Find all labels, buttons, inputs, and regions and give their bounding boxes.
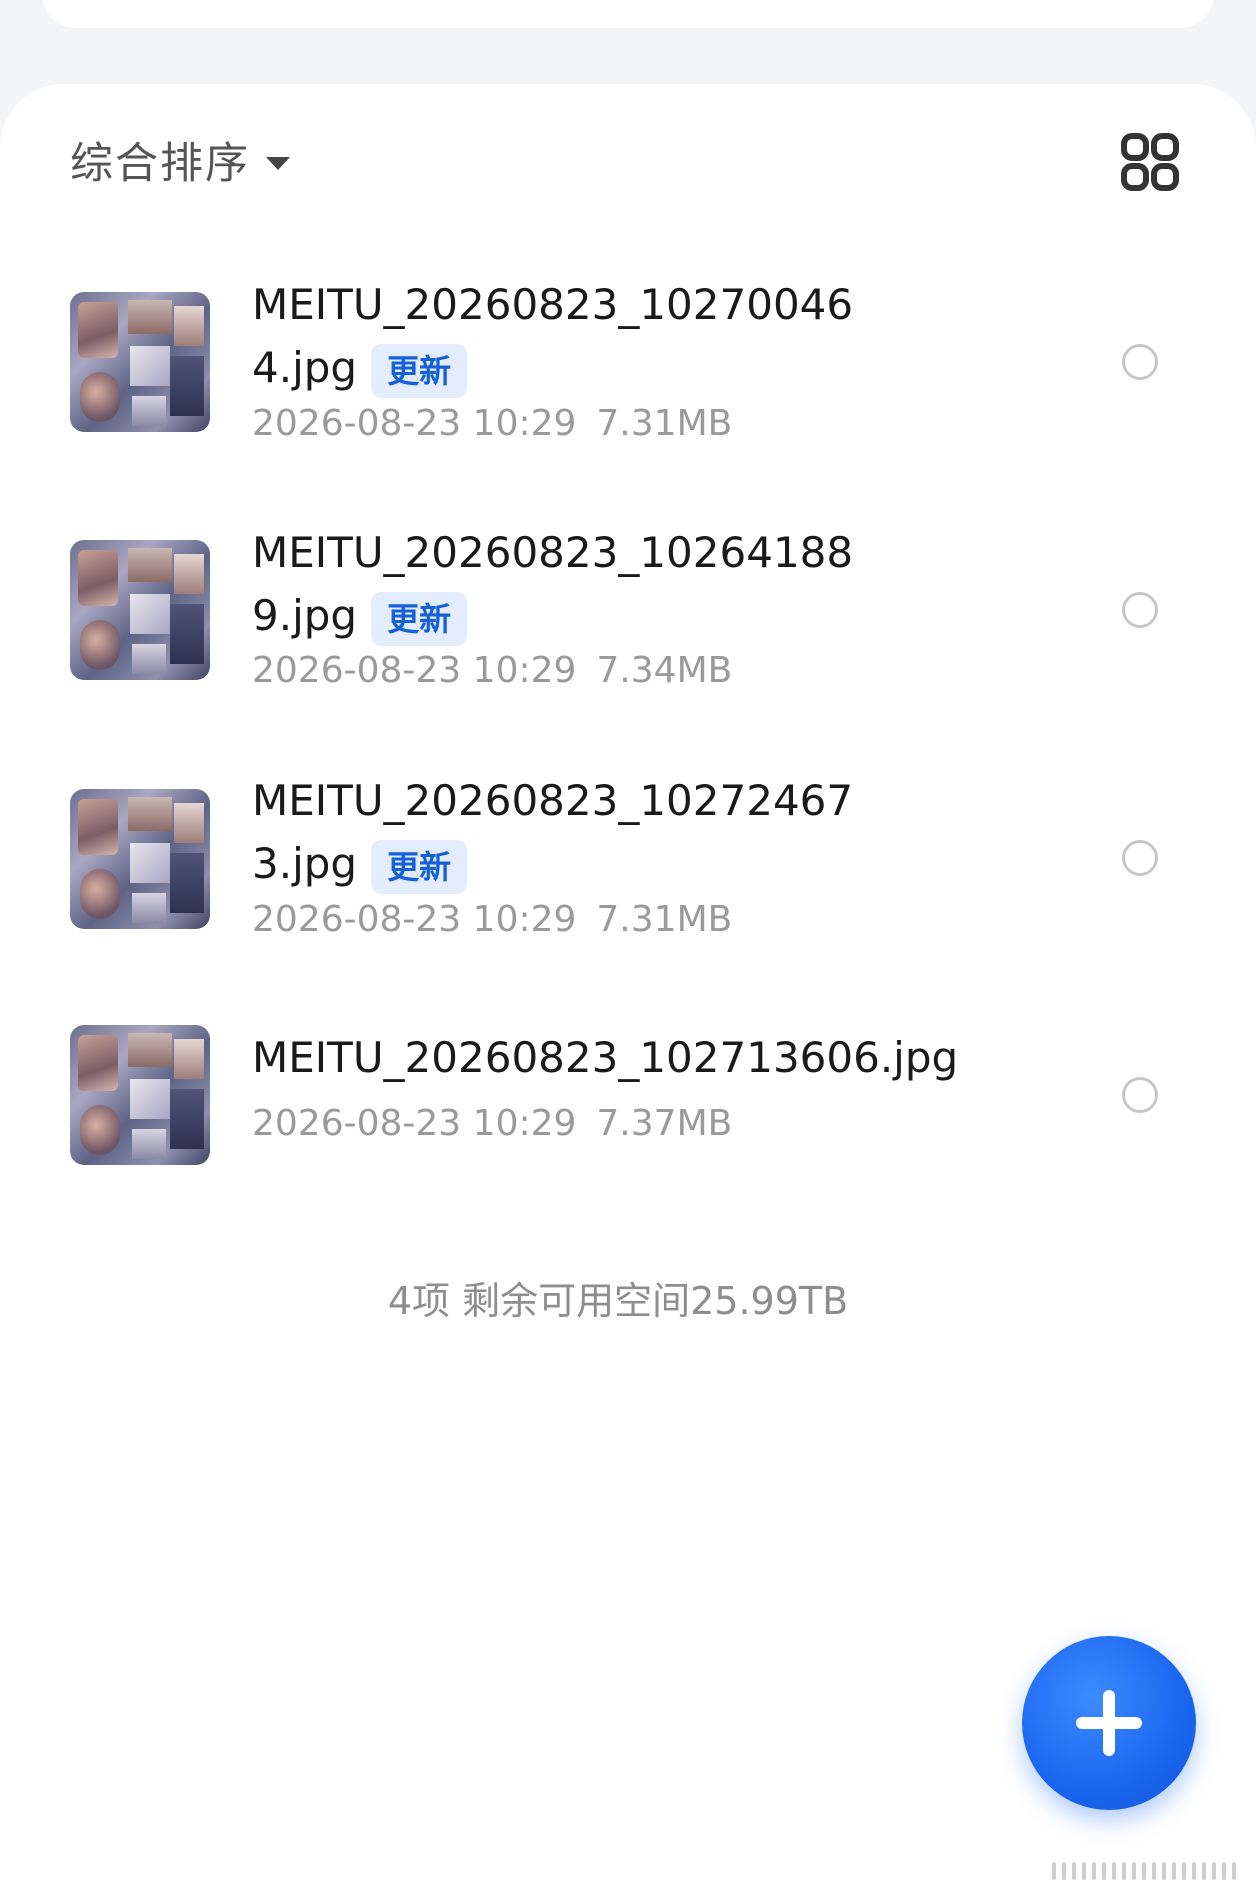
add-button[interactable] bbox=[1022, 1636, 1196, 1810]
file-name-line2-row: 4.jpg 更新 bbox=[252, 336, 468, 400]
file-name-line2: 4.jpg bbox=[252, 343, 358, 392]
file-size: 7.34MB bbox=[596, 650, 733, 691]
select-radio[interactable] bbox=[1122, 592, 1158, 628]
file-name-line1: MEITU_20260823_10264188 bbox=[252, 528, 854, 577]
file-meta: 2026-08-23 10:29 7.37MB bbox=[252, 1103, 732, 1144]
file-meta: 2026-08-23 10:29 7.34MB bbox=[252, 650, 732, 691]
file-date: 2026-08-23 10:29 bbox=[252, 403, 577, 444]
select-radio[interactable] bbox=[1122, 840, 1158, 876]
file-name-line2-row: 9.jpg 更新 bbox=[252, 584, 468, 648]
plus-icon bbox=[1076, 1690, 1142, 1756]
file-thumbnail bbox=[70, 789, 210, 929]
file-meta: 2026-08-23 10:29 7.31MB bbox=[252, 899, 732, 940]
file-size: 7.37MB bbox=[596, 1103, 733, 1144]
watermark-marks bbox=[1052, 1862, 1242, 1882]
file-date: 2026-08-23 10:29 bbox=[252, 650, 577, 691]
update-badge: 更新 bbox=[371, 343, 468, 398]
file-thumbnail bbox=[70, 292, 210, 432]
file-size: 7.31MB bbox=[596, 403, 733, 444]
file-date: 2026-08-23 10:29 bbox=[252, 899, 577, 940]
update-badge: 更新 bbox=[371, 839, 468, 894]
storage-summary: 4项 剩余可用空间25.99TB bbox=[387, 1279, 849, 1323]
file-name: MEITU_20260823_102713606.jpg bbox=[252, 1033, 959, 1082]
file-meta: 2026-08-23 10:29 7.31MB bbox=[252, 403, 732, 444]
file-list: MEITU_20260823_10270046 4.jpg 更新 2026-08-… bbox=[0, 0, 1256, 1200]
select-radio[interactable] bbox=[1122, 1077, 1158, 1113]
file-size: 7.31MB bbox=[596, 899, 733, 940]
select-radio[interactable] bbox=[1122, 344, 1158, 380]
update-badge: 更新 bbox=[371, 591, 468, 646]
file-name-line2: 9.jpg bbox=[252, 591, 358, 640]
file-name-line1: MEITU_20260823_10270046 bbox=[252, 280, 854, 329]
file-thumbnail bbox=[70, 540, 210, 680]
file-thumbnail bbox=[70, 1025, 210, 1165]
file-name-line2-row: 3.jpg 更新 bbox=[252, 832, 468, 896]
file-name-line1: MEITU_20260823_10272467 bbox=[252, 776, 854, 825]
file-date: 2026-08-23 10:29 bbox=[252, 1103, 577, 1144]
file-name-line2: 3.jpg bbox=[252, 839, 358, 888]
